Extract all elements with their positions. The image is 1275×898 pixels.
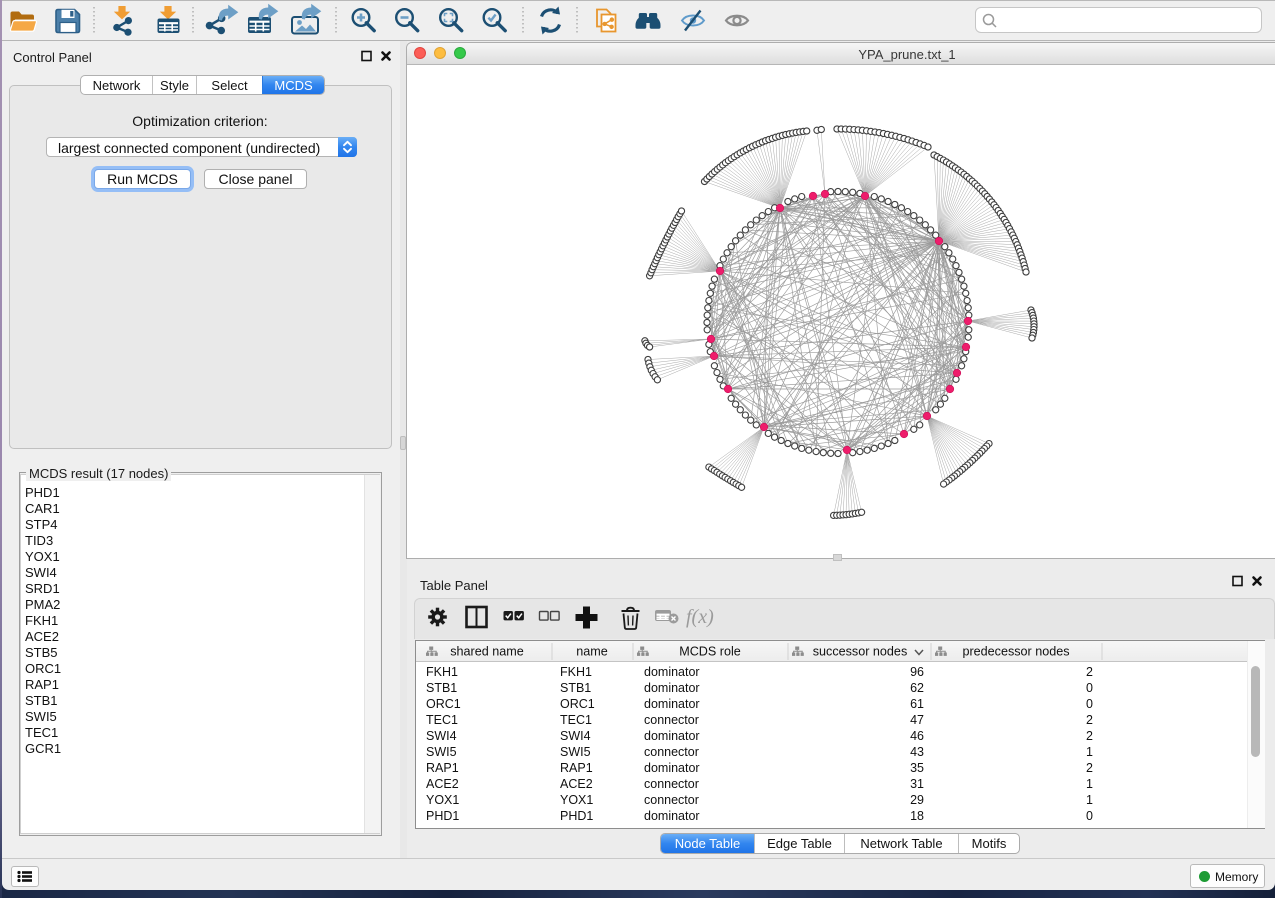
svg-text:MCDS role: MCDS role xyxy=(679,645,741,659)
svg-text:f(x): f(x) xyxy=(686,606,714,628)
svg-text:successor nodes: successor nodes xyxy=(813,645,908,659)
svg-text:predecessor nodes: predecessor nodes xyxy=(962,645,1069,659)
svg-text:shared name: shared name xyxy=(450,645,524,659)
svg-text:name: name xyxy=(576,645,608,659)
